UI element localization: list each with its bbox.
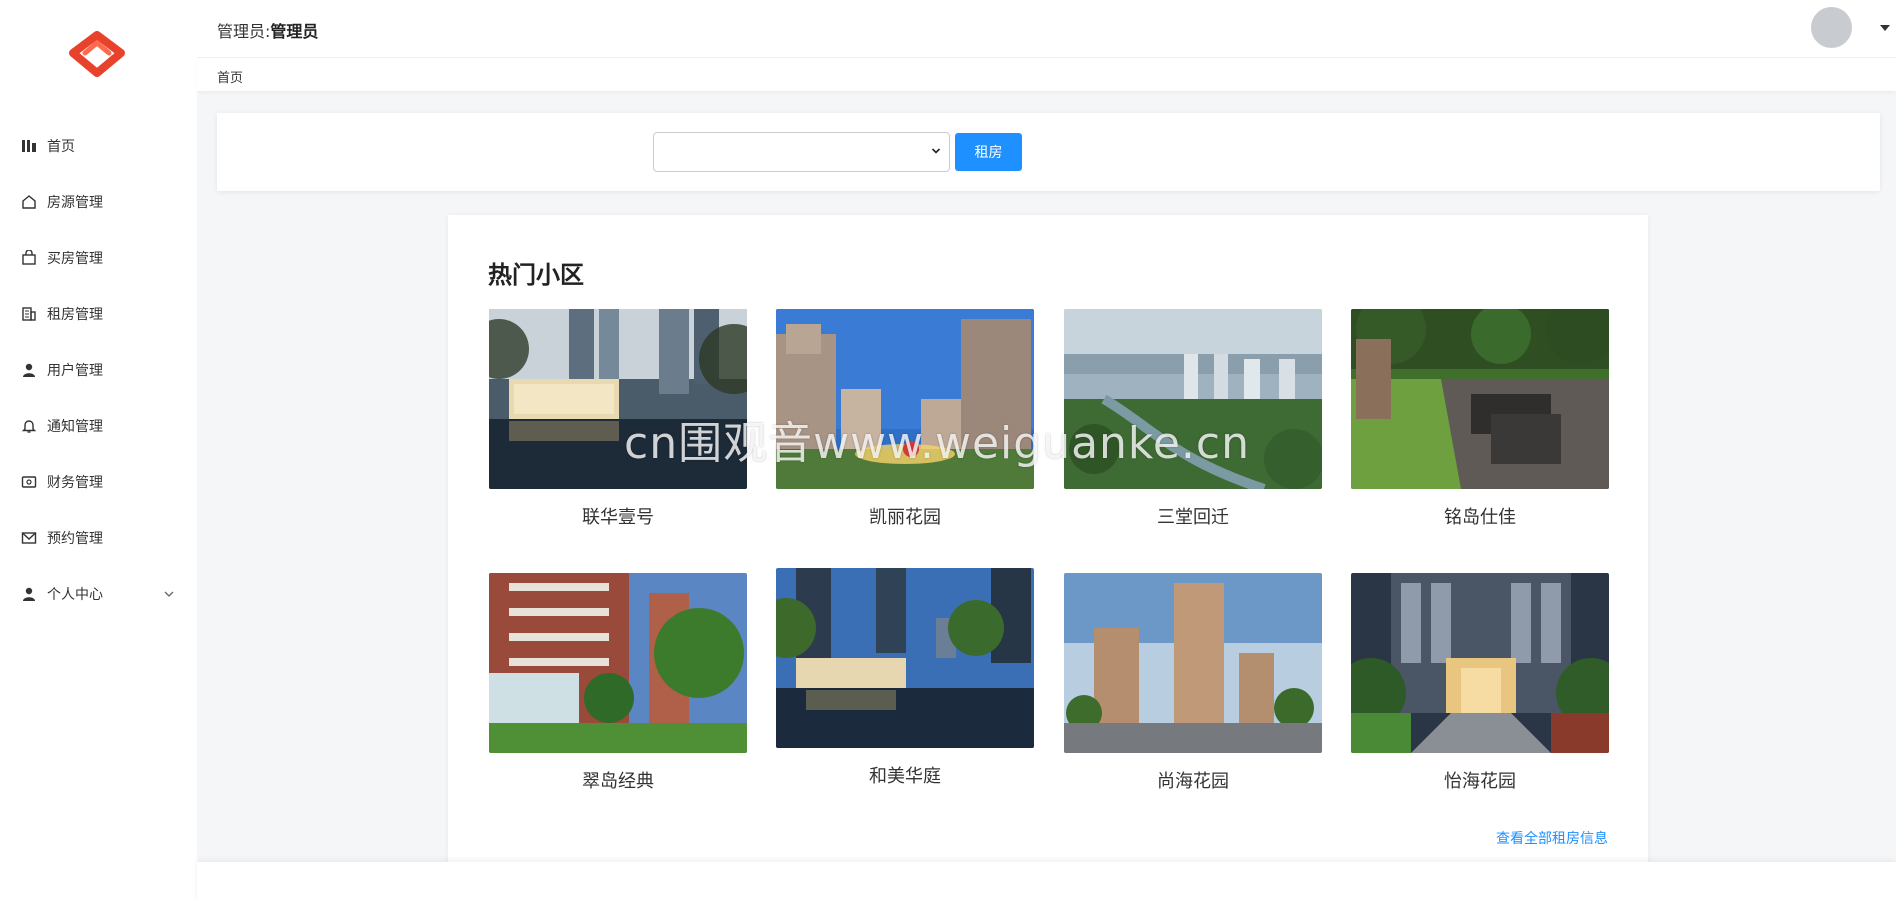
dashboard-icon	[20, 137, 38, 155]
sidebar-item-listings[interactable]: 房源管理	[0, 174, 197, 230]
sidebar-item-users[interactable]: 用户管理	[0, 342, 197, 398]
watermark: cn围观音www.weiguanke.cn	[624, 418, 1250, 469]
community-name: 怡海花园	[1444, 771, 1516, 792]
hot-communities-panel: 热门小区 联华壹号 凯丽花园 三堂回迁 铭岛仕佳 翠岛经典 和美华庭 尚海花园 …	[448, 215, 1648, 865]
wallet-icon	[20, 473, 38, 491]
user-icon	[20, 585, 38, 603]
top-bar: 管理员:管理员	[197, 0, 1896, 58]
community-photo[interactable]	[1064, 573, 1322, 753]
sidebar-item-profile[interactable]: 个人中心	[0, 566, 197, 622]
user-icon	[20, 361, 38, 379]
view-all-rentals-link[interactable]: 查看全部租房信息	[1496, 828, 1608, 848]
community-name: 尚海花园	[1157, 771, 1229, 792]
community-card[interactable]: 尚海花园	[1064, 573, 1322, 793]
building-icon	[20, 305, 38, 323]
sidebar-item-label: 首页	[47, 139, 75, 155]
community-name: 和美华庭	[869, 766, 941, 787]
community-photo[interactable]	[1351, 309, 1609, 489]
community-name: 铭岛仕佳	[1444, 507, 1516, 528]
community-card[interactable]: 铭岛仕佳	[1351, 309, 1609, 529]
sidebar-item-label: 房源管理	[47, 195, 103, 211]
chevron-down-icon	[931, 148, 941, 154]
sidebar-item-appointments[interactable]: 预约管理	[0, 510, 197, 566]
search-card: 租房	[217, 113, 1880, 191]
house-icon	[20, 193, 38, 211]
community-card[interactable]: 翠岛经典	[489, 573, 747, 793]
sidebar-item-buy[interactable]: 买房管理	[0, 230, 197, 286]
community-photo[interactable]	[776, 568, 1034, 748]
community-name: 三堂回迁	[1157, 507, 1229, 528]
community-card[interactable]: 怡海花园	[1351, 573, 1609, 793]
community-photo[interactable]	[1351, 573, 1609, 753]
sidebar-item-label: 租房管理	[47, 307, 103, 323]
sidebar-item-label: 用户管理	[47, 363, 103, 379]
logo-icon	[69, 31, 125, 77]
mail-icon	[20, 529, 38, 547]
avatar[interactable]	[1811, 7, 1852, 48]
chevron-down-icon	[164, 591, 174, 597]
sidebar-item-label: 财务管理	[47, 475, 103, 491]
sidebar-item-rent[interactable]: 租房管理	[0, 286, 197, 342]
sidebar-nav: 首页 房源管理 买房管理 租房管理 用户管理 通知管理 财务管理 预约管理 个人…	[0, 118, 197, 622]
community-name: 联华壹号	[582, 507, 654, 528]
sidebar: 首页 房源管理 买房管理 租房管理 用户管理 通知管理 财务管理 预约管理 个人…	[0, 0, 197, 903]
community-select[interactable]	[653, 132, 950, 172]
community-photo[interactable]	[489, 573, 747, 753]
bell-icon	[20, 417, 38, 435]
community-card[interactable]: 和美华庭	[776, 568, 1034, 788]
footer-bar	[197, 862, 1896, 903]
community-name: 凯丽花园	[869, 507, 941, 528]
sidebar-item-home[interactable]: 首页	[0, 118, 197, 174]
admin-prefix: 管理员:	[217, 22, 271, 41]
sidebar-item-finance[interactable]: 财务管理	[0, 454, 197, 510]
shopping-bag-icon	[20, 249, 38, 267]
sidebar-item-label: 个人中心	[47, 587, 103, 603]
caret-down-icon[interactable]	[1880, 25, 1890, 31]
sidebar-item-notices[interactable]: 通知管理	[0, 398, 197, 454]
logo[interactable]	[45, 18, 149, 90]
community-name: 翠岛经典	[582, 771, 654, 792]
admin-name: 管理员	[270, 22, 319, 41]
sidebar-item-label: 通知管理	[47, 419, 103, 435]
sidebar-item-label: 预约管理	[47, 531, 103, 547]
admin-label: 管理员:管理员	[217, 18, 318, 42]
sidebar-item-label: 买房管理	[47, 251, 103, 267]
breadcrumb: 首页	[197, 58, 1896, 91]
rent-button[interactable]: 租房	[955, 133, 1022, 171]
section-title: 热门小区	[488, 261, 584, 289]
breadcrumb-home[interactable]: 首页	[217, 67, 243, 86]
